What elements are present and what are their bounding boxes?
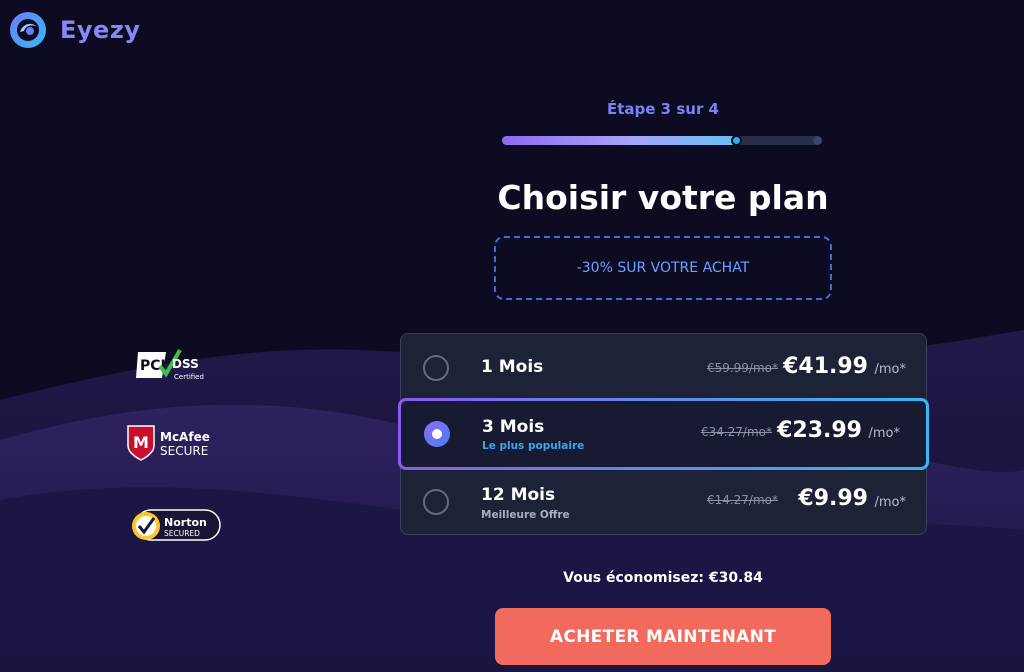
eye-swirl-icon <box>10 12 46 48</box>
svg-text:SECURED: SECURED <box>164 529 200 538</box>
savings-text: Vous économisez: €30.84 <box>563 570 763 586</box>
progress-fill <box>502 136 736 145</box>
svg-text:Norton: Norton <box>164 516 207 529</box>
plan-price: €9.99 <box>798 486 868 511</box>
brand-name: Eyezy <box>60 16 141 44</box>
plan-radio-1-month[interactable] <box>423 355 449 381</box>
plan-price-unit: /mo* <box>874 495 907 510</box>
plan-old-price: €34.27/mo* <box>700 425 772 439</box>
plan-tagline: Meilleure Offre <box>481 509 570 521</box>
plan-old-price: €59.99/mo* <box>706 361 778 375</box>
plan-name: 12 Mois <box>481 485 556 505</box>
plan-price-unit: /mo* <box>874 362 907 377</box>
progress-bar <box>502 135 822 146</box>
svg-text:M: M <box>133 433 149 452</box>
pci-dss-certified-logo: PCI DSS Certified <box>118 348 228 384</box>
plan-list: 1 Mois €59.99/mo* €41.99 /mo* 12 Mois Me… <box>400 333 927 535</box>
plan-option-3-months[interactable]: 3 Mois Le plus populaire €34.27/mo* €23.… <box>398 398 929 470</box>
svg-text:DSS: DSS <box>172 357 199 371</box>
plan-tagline: Le plus populaire <box>482 440 585 452</box>
plan-old-price: €14.27/mo* <box>706 493 778 507</box>
mcafee-secure-logo: M McAfee SECURE <box>118 420 228 464</box>
progress-end-dot <box>813 136 822 145</box>
plan-radio-3-months-selected[interactable] <box>424 421 450 447</box>
norton-secured-logo: Norton SECURED <box>118 504 228 544</box>
svg-text:SECURE: SECURE <box>160 444 208 458</box>
plan-price-unit: /mo* <box>868 426 901 441</box>
step-indicator: Étape 3 sur 4 <box>607 100 719 118</box>
buy-now-button[interactable]: ACHETER MAINTENANT <box>495 608 831 665</box>
brand-logo[interactable]: Eyezy <box>8 10 140 50</box>
svg-text:Certified: Certified <box>174 373 204 381</box>
plan-name: 1 Mois <box>481 357 544 377</box>
page-title: Choisir votre plan <box>497 178 829 217</box>
svg-text:McAfee: McAfee <box>160 430 210 444</box>
discount-banner: -30% SUR VOTRE ACHAT <box>494 236 832 300</box>
plan-option-12-months[interactable]: 12 Mois Meilleure Offre €14.27/mo* €9.99… <box>401 468 928 534</box>
plan-price: €41.99 <box>783 354 868 379</box>
plan-name: 3 Mois <box>482 417 545 437</box>
progress-knob <box>730 135 742 146</box>
plan-radio-12-months[interactable] <box>423 489 449 515</box>
plan-price: €23.99 <box>777 418 862 443</box>
plan-option-1-month[interactable]: 1 Mois €59.99/mo* €41.99 /mo* <box>401 334 928 400</box>
